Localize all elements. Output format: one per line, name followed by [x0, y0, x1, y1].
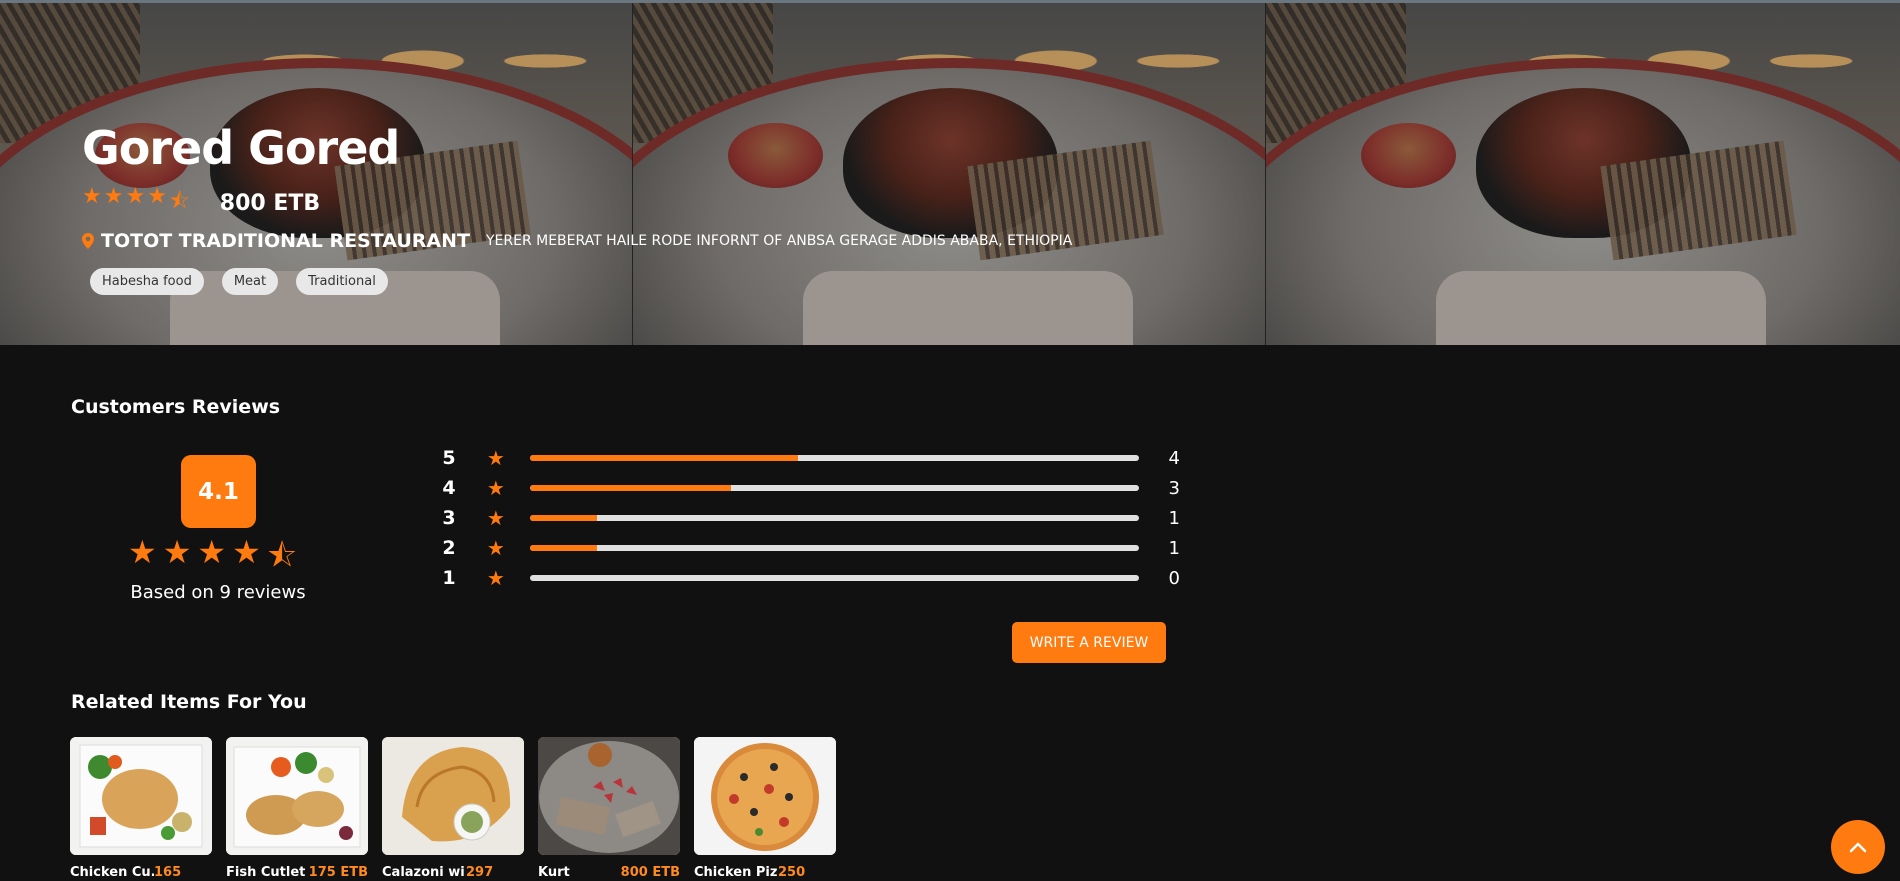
tag-chip[interactable]: Traditional [296, 268, 388, 295]
related-item-image[interactable] [70, 737, 212, 855]
star-icon: ★ [232, 533, 261, 571]
star-half-icon: ⯪ [266, 536, 298, 574]
related-item-info: Calazoni wi... 297 ETB [382, 865, 524, 881]
related-item-image[interactable] [382, 737, 524, 855]
star-icon: ★ [103, 184, 124, 209]
related-item-price: 297 ETB [466, 865, 494, 881]
rating-row: 3 ★ 1 [440, 503, 1180, 533]
related-item-image[interactable] [538, 737, 680, 855]
rating-bar-fill [529, 485, 731, 491]
related-item-info: Chicken Cu... 165 ETB [70, 865, 212, 881]
chevron-up-icon [1849, 842, 1867, 853]
related-item-info: Fish Cutlet 175 ETB [226, 865, 368, 880]
hero-image [1266, 3, 1900, 345]
reviews-section-title: Customers Reviews [71, 396, 281, 418]
star-half-icon: ⯪ [168, 189, 190, 214]
write-review-button[interactable]: WRITE A REVIEW [1012, 622, 1166, 663]
rating-row: 2 ★ 1 [440, 533, 1180, 563]
related-item-card[interactable]: Kurt 800 ETB [538, 737, 680, 881]
rating-count: 1 [1168, 507, 1180, 529]
average-rating-badge: 4.1 [181, 455, 256, 528]
related-item-name[interactable]: Kurt [538, 865, 570, 880]
tag-chip[interactable]: Habesha food [90, 268, 204, 295]
item-title: Gored Gored [82, 121, 400, 175]
restaurant-name[interactable]: TOTOT TRADITIONAL RESTAURANT [101, 230, 470, 252]
star-icon: ★ [486, 506, 505, 530]
related-item-card[interactable]: Calazoni wi... 297 ETB [382, 737, 524, 881]
map-pin-icon [82, 233, 94, 249]
rating-count: 3 [1168, 477, 1180, 499]
rating-bar-track [529, 515, 1139, 521]
item-rating-stars: ★ ★ ★ ★ ⯪ [82, 184, 190, 222]
star-icon: ★ [486, 476, 505, 500]
rating-bar-fill [529, 545, 597, 551]
rating-count: 4 [1168, 447, 1180, 469]
rating-stars-label: 5 [442, 447, 456, 469]
tag-list: Habesha food Meat Traditional [90, 268, 1072, 295]
rating-stars-label: 1 [442, 567, 456, 589]
related-item-image[interactable] [694, 737, 836, 855]
related-item-name[interactable]: Calazoni wi... [382, 865, 466, 881]
rating-breakdown: 5 ★ 4 4 ★ 3 3 ★ 1 2 ★ 1 1 ★ 0 [440, 443, 1180, 593]
rating-row: 4 ★ 3 [440, 473, 1180, 503]
related-item-card[interactable]: Chicken Piz... 250 ETB [694, 737, 836, 881]
star-icon: ★ [162, 533, 192, 571]
rating-count: 1 [1168, 537, 1180, 559]
star-icon: ★ [486, 536, 505, 560]
rating-bar-track [529, 485, 1139, 491]
rating-bar-track [529, 545, 1139, 551]
rating-stars-label: 4 [442, 477, 456, 499]
related-item-price: 175 ETB [308, 865, 368, 880]
scroll-to-top-button[interactable] [1831, 820, 1885, 874]
related-item-name[interactable]: Fish Cutlet [226, 865, 305, 880]
rating-bar-track [529, 575, 1139, 581]
related-item-image[interactable] [226, 737, 368, 855]
star-icon: ★ [486, 566, 505, 590]
related-item-info: Kurt 800 ETB [538, 865, 680, 880]
rating-bar-track [529, 455, 1139, 461]
related-item-price: 250 ETB [778, 865, 806, 881]
related-item-name[interactable]: Chicken Cu... [70, 865, 154, 881]
location-row: TOTOT TRADITIONAL RESTAURANT YERER MEBER… [82, 230, 1072, 252]
related-item-info: Chicken Piz... 250 ETB [694, 865, 836, 881]
related-item-price: 800 ETB [620, 865, 680, 880]
related-item-card[interactable]: Fish Cutlet 175 ETB [226, 737, 368, 881]
star-icon: ★ [82, 184, 102, 209]
tag-chip[interactable]: Meat [221, 268, 279, 295]
related-item-price: 165 ETB [154, 865, 182, 881]
star-icon: ★ [147, 184, 167, 209]
rating-stars-label: 3 [442, 507, 456, 529]
related-item-name[interactable]: Chicken Piz... [694, 865, 778, 881]
star-icon: ★ [125, 184, 146, 209]
review-count-text: Based on 9 reviews [130, 582, 306, 603]
related-items-list: Chicken Cu... 165 ETB Fish Cutlet 175 ET… [70, 737, 836, 881]
star-icon: ★ [197, 533, 227, 571]
average-rating-stars: ★ ★ ★ ★ ⯪ [128, 533, 297, 587]
item-header: Gored Gored ★ ★ ★ ★ ⯪ 800 ETB TOTOT TRAD… [82, 118, 1072, 295]
item-rating-row: ★ ★ ★ ★ ⯪ 800 ETB [82, 184, 1072, 222]
rating-row: 1 ★ 0 [440, 563, 1180, 593]
rating-count: 0 [1168, 567, 1180, 589]
item-price: 800 ETB [219, 190, 321, 216]
related-item-card[interactable]: Chicken Cu... 165 ETB [70, 737, 212, 881]
rating-bar-fill [529, 515, 597, 521]
rating-stars-label: 2 [442, 537, 456, 559]
star-icon: ★ [486, 446, 505, 470]
restaurant-address: YERER MEBERAT HAILE RODE INFORNT OF ANBS… [485, 233, 1073, 249]
rating-row: 5 ★ 4 [440, 443, 1180, 473]
star-icon: ★ [128, 533, 157, 571]
related-section-title: Related Items For You [71, 691, 307, 713]
rating-bar-fill [529, 455, 798, 461]
